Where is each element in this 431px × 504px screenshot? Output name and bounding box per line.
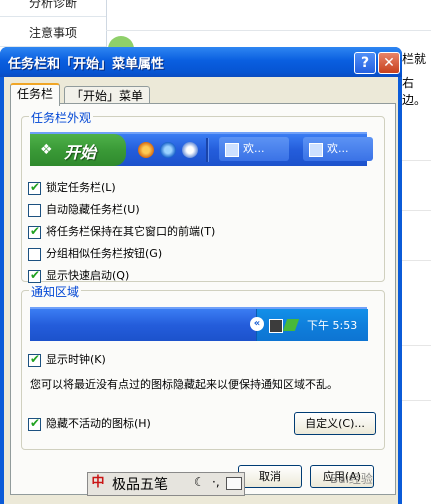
checkbox-label[interactable]: 将任务栏保持在其它窗口的前端(T) [46,225,215,239]
quicklaunch-divider [206,138,209,162]
tray-expand-icon: « [250,317,264,331]
ime-toolbar[interactable]: 中 极品五笔 ☾ ·, [87,472,245,496]
window-icon [309,143,323,157]
watermark: Bai经验 [330,472,373,486]
checkbox-label[interactable]: 显示时钟(K) [46,353,106,367]
notification-area-preview: « 下午 5:53 [30,307,368,341]
half-width-icon[interactable]: ☾ [194,475,205,489]
close-button[interactable]: ✕ [378,52,400,74]
checkbox-label[interactable]: 锁定任务栏(L) [46,181,116,195]
customize-button[interactable]: 自定义(C)... [294,412,376,435]
check-icon: ✔ [30,352,41,366]
checkbox-box[interactable]: ✔ [28,268,41,283]
checkbox-box[interactable]: ✔ [28,224,41,239]
checkbox-box[interactable]: ✔ [28,180,41,195]
dialog-client-area: 任务栏 「开始」菜单 任务栏外观 通知区域 ❖ 开始 欢... 欢... ✔ 锁… [4,77,398,504]
check-icon: ✔ [30,416,41,430]
show-desktop-icon [182,142,198,158]
background-text-1: 栏就 [402,52,427,66]
media-player-icon [138,142,154,158]
help-button[interactable]: ? [354,52,376,74]
check-icon: ✔ [30,268,41,282]
taskbar-window-button: 欢... [303,137,373,161]
tab-taskbar[interactable]: 任务栏 [10,83,61,106]
tray-clock: 下午 5:53 [307,319,358,332]
dialog-titlebar[interactable]: 任务栏和「开始」菜单属性 ? ✕ [0,47,402,77]
checkbox-label[interactable]: 隐藏不活动的图标(H) [46,417,151,431]
cancel-button[interactable]: 取消 [238,465,302,488]
windows-flag-icon: ❖ [40,142,53,158]
sidebar-item-notes[interactable]: 注意事项 [0,20,106,47]
checkbox-box[interactable] [28,248,41,261]
checkbox-label[interactable]: 自动隐藏任务栏(U) [46,203,140,217]
check-icon: ✔ [30,224,41,238]
group-title-taskbar-appearance: 任务栏外观 [29,109,94,126]
checkbox-box[interactable] [28,204,41,217]
window-icon [225,143,239,157]
taskbar-properties-dialog: 任务栏和「开始」菜单属性 ? ✕ 任务栏 「开始」菜单 任务栏外观 通知区域 ❖… [0,47,402,504]
tray-app-icon [282,319,300,331]
start-button-preview: ❖ 开始 [30,134,126,166]
checkbox-label[interactable]: 分组相似任务栏按钮(G) [46,247,162,261]
system-tray-preview: « 下午 5:53 [250,309,368,341]
network-icon [269,319,283,333]
taskbar-preview: ❖ 开始 欢... 欢... [30,132,373,166]
taskbar-window-button: 欢... [219,137,289,161]
ime-logo-icon[interactable]: 中 [90,475,106,491]
group-title-notification-area: 通知区域 [29,283,82,300]
background-text-2: 右边。 [402,76,427,107]
start-label: 开始 [64,143,97,162]
soft-keyboard-icon[interactable] [226,477,242,490]
checkbox-label[interactable]: 显示快速启动(Q) [46,269,129,283]
checkbox-box[interactable]: ✔ [28,352,41,367]
taskbar-window-label: 欢... [327,142,349,155]
sidebar-item-analysis[interactable]: 分析诊断 [0,0,106,17]
internet-explorer-icon [160,142,176,158]
ime-name[interactable]: 极品五笔 [112,474,168,494]
taskbar-window-label: 欢... [243,142,265,155]
checkbox-box[interactable]: ✔ [28,416,41,431]
dialog-title: 任务栏和「开始」菜单属性 [8,57,165,72]
check-icon: ✔ [30,180,41,194]
notification-description: 您可以将最近没有点过的图标隐藏起来以便保持通知区域不乱。 [30,378,338,391]
background-divider [106,30,431,31]
punctuation-icon[interactable]: ·, [212,475,220,489]
